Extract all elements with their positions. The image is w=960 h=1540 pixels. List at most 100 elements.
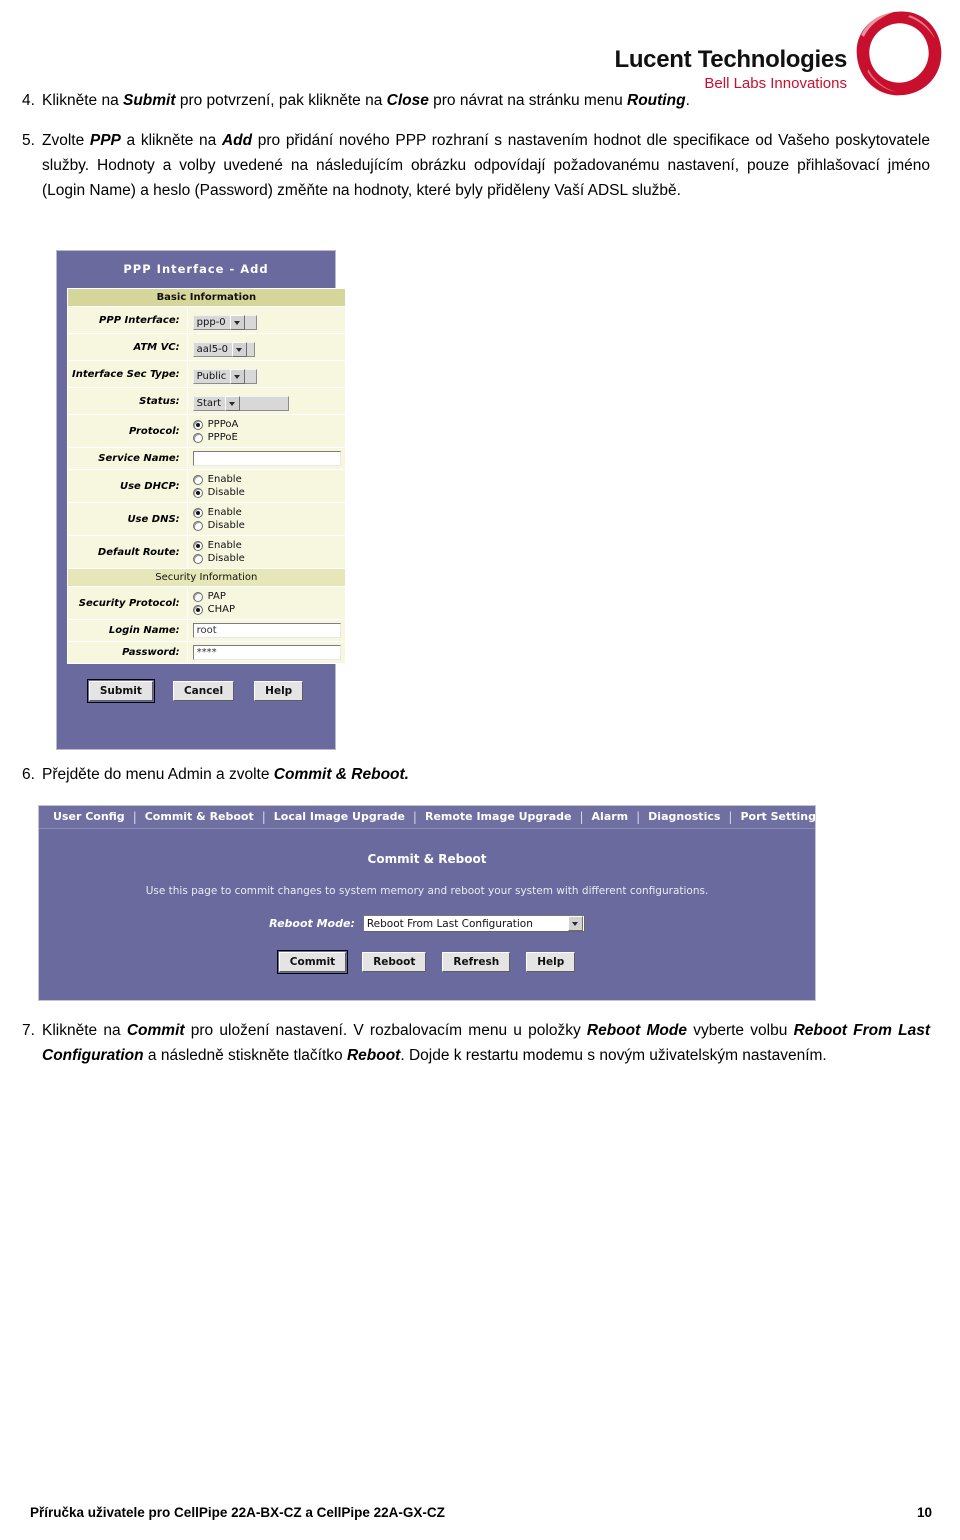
service-name-cell (186, 447, 346, 470)
default-route-disable[interactable]: Disable (192, 552, 341, 565)
ppp-interface-select[interactable]: ppp-0 (192, 315, 257, 330)
use-dhcp-label: Use DHCP: (67, 469, 188, 503)
radio-icon (192, 540, 203, 551)
refresh-button[interactable]: Refresh (442, 952, 511, 972)
atm-vc-value: aal5-0 (196, 344, 229, 355)
service-name-label: Service Name: (67, 447, 188, 470)
security-protocol-cell: PAP CHAP (186, 586, 346, 620)
chevron-down-icon (232, 342, 248, 357)
tab-alarm[interactable]: Alarm (584, 810, 637, 823)
default-route-enable-label: Enable (207, 540, 242, 551)
ppp-form-title: PPP Interface - Add (123, 262, 269, 276)
use-dhcp-cell: Enable Disable (186, 469, 346, 503)
table-row: Security Information (67, 568, 346, 587)
tab-diagnostics[interactable]: Diagnostics (640, 810, 728, 823)
radio-icon (192, 507, 203, 518)
reboot-button[interactable]: Reboot (362, 952, 427, 972)
radio-icon (192, 553, 203, 564)
radio-icon (192, 520, 203, 531)
commit-button[interactable]: Commit (276, 950, 349, 974)
login-name-cell (186, 619, 346, 642)
brand-logo-text: Lucent Technologies Bell Labs Innovation… (614, 46, 847, 92)
chevron-down-icon (229, 315, 245, 330)
protocol-option-pppoe[interactable]: PPPoE (192, 431, 341, 444)
use-dns-enable-label: Enable (207, 507, 242, 518)
chevron-down-icon (230, 369, 246, 384)
tab-user-config[interactable]: User Config (45, 810, 133, 823)
tab-local-image-upgrade[interactable]: Local Image Upgrade (266, 810, 413, 823)
step-4-number: 4. (22, 92, 35, 109)
help-button[interactable]: Help (254, 681, 304, 701)
protocol-cell: PPPoA PPPoE (186, 414, 346, 448)
admin-tab-bar: User Config | Commit & Reboot | Local Im… (39, 806, 823, 829)
submit-button[interactable]: Submit (86, 679, 155, 703)
footer-page-number: 10 (916, 1505, 932, 1520)
tab-commit-reboot[interactable]: Commit & Reboot (137, 810, 262, 823)
protocol-label: Protocol: (67, 414, 188, 448)
login-name-input[interactable] (192, 623, 341, 638)
brand-logo: Lucent Technologies Bell Labs Innovation… (614, 6, 952, 98)
step-6-number: 6. (22, 766, 35, 783)
table-row: Status: Start (67, 387, 346, 415)
use-dns-disable[interactable]: Disable (192, 519, 341, 532)
step-7-frag-2: pro uložení nastavení. V rozbalovacím me… (184, 1022, 587, 1039)
lucent-ring-icon (856, 11, 942, 96)
reboot-mode-row: Reboot Mode: Reboot From Last Configurat… (39, 915, 815, 932)
table-row: Default Route: Enable Disable (67, 535, 346, 569)
step-5-frag-3: Add (221, 132, 253, 149)
step-5-frag-2: a klikněte na (120, 132, 222, 149)
step-6: 6. Přejděte do menu Admin a zvolte Commi… (0, 762, 930, 787)
tab-remote-image-upgrade[interactable]: Remote Image Upgrade (417, 810, 580, 823)
security-protocol-chap[interactable]: CHAP (192, 603, 341, 616)
default-route-cell: Enable Disable (186, 535, 346, 569)
password-input[interactable] (192, 645, 341, 660)
radio-icon (192, 432, 203, 443)
step-4-frag-6: . (685, 92, 690, 109)
step-4: 4. Klikněte na Submit pro potvrzení, pak… (0, 88, 930, 113)
step-4-frag-3: Close (386, 92, 429, 109)
step-6-text: Přejděte do menu Admin a zvolte Commit &… (42, 762, 930, 787)
step-7-frag-6: a následně stiskněte tlačítko (143, 1047, 347, 1064)
page-footer: Příručka uživatele pro CellPipe 22A-BX-C… (30, 1505, 932, 1520)
interface-sec-type-label: Interface Sec Type: (67, 360, 188, 388)
table-row: PPP Interface: ppp-0 (67, 306, 346, 334)
step-7-frag-1: Commit (126, 1022, 185, 1039)
chevron-down-icon (225, 396, 241, 411)
security-protocol-pap[interactable]: PAP (192, 590, 341, 603)
tab-port-settings[interactable]: Port Settings (732, 810, 830, 823)
atm-vc-select[interactable]: aal5-0 (192, 342, 255, 357)
interface-sec-type-cell: Public (186, 360, 346, 388)
step-6-frag-1: Commit & Reboot. (273, 766, 409, 783)
status-cell: Start (186, 387, 346, 415)
protocol-option-pppoa[interactable]: PPPoA (192, 418, 341, 431)
atm-vc-cell: aal5-0 (186, 333, 346, 361)
use-dhcp-enable[interactable]: Enable (192, 473, 341, 486)
protocol-pppoa-label: PPPoA (207, 419, 239, 430)
step-4-frag-4: pro návrat na stránku menu (428, 92, 628, 109)
table-row: Protocol: PPPoA PPPoE (67, 414, 346, 448)
atm-vc-label: ATM VC: (67, 333, 188, 361)
table-row: ATM VC: aal5-0 (67, 333, 346, 361)
status-select[interactable]: Start (192, 396, 289, 411)
ppp-interface-add-screenshot: PPP Interface - Add Basic Information PP… (56, 250, 346, 750)
default-route-disable-label: Disable (207, 553, 245, 564)
step-5: 5. Zvolte PPP a klikněte na Add pro přid… (0, 128, 930, 203)
cancel-button[interactable]: Cancel (172, 681, 235, 701)
commit-reboot-screenshot: User Config | Commit & Reboot | Local Im… (38, 805, 823, 1001)
reboot-mode-select[interactable]: Reboot From Last Configuration (362, 915, 585, 932)
use-dhcp-disable[interactable]: Disable (192, 486, 341, 499)
interface-sec-type-value: Public (196, 371, 227, 382)
ppp-interface-cell: ppp-0 (186, 306, 346, 334)
step-5-frag-1: PPP (89, 132, 121, 149)
interface-sec-type-select[interactable]: Public (192, 369, 257, 384)
footer-text: Příručka uživatele pro CellPipe 22A-BX-C… (30, 1505, 445, 1520)
commit-help-button[interactable]: Help (526, 952, 576, 972)
step-5-number: 5. (22, 132, 35, 149)
brand-name: Lucent Technologies (614, 46, 847, 73)
use-dns-enable[interactable]: Enable (192, 506, 341, 519)
default-route-enable[interactable]: Enable (192, 539, 341, 552)
ppp-interface-value: ppp-0 (196, 317, 226, 328)
service-name-input[interactable] (192, 451, 341, 466)
radio-icon (192, 474, 203, 485)
step-5-frag-0: Zvolte (42, 132, 90, 149)
